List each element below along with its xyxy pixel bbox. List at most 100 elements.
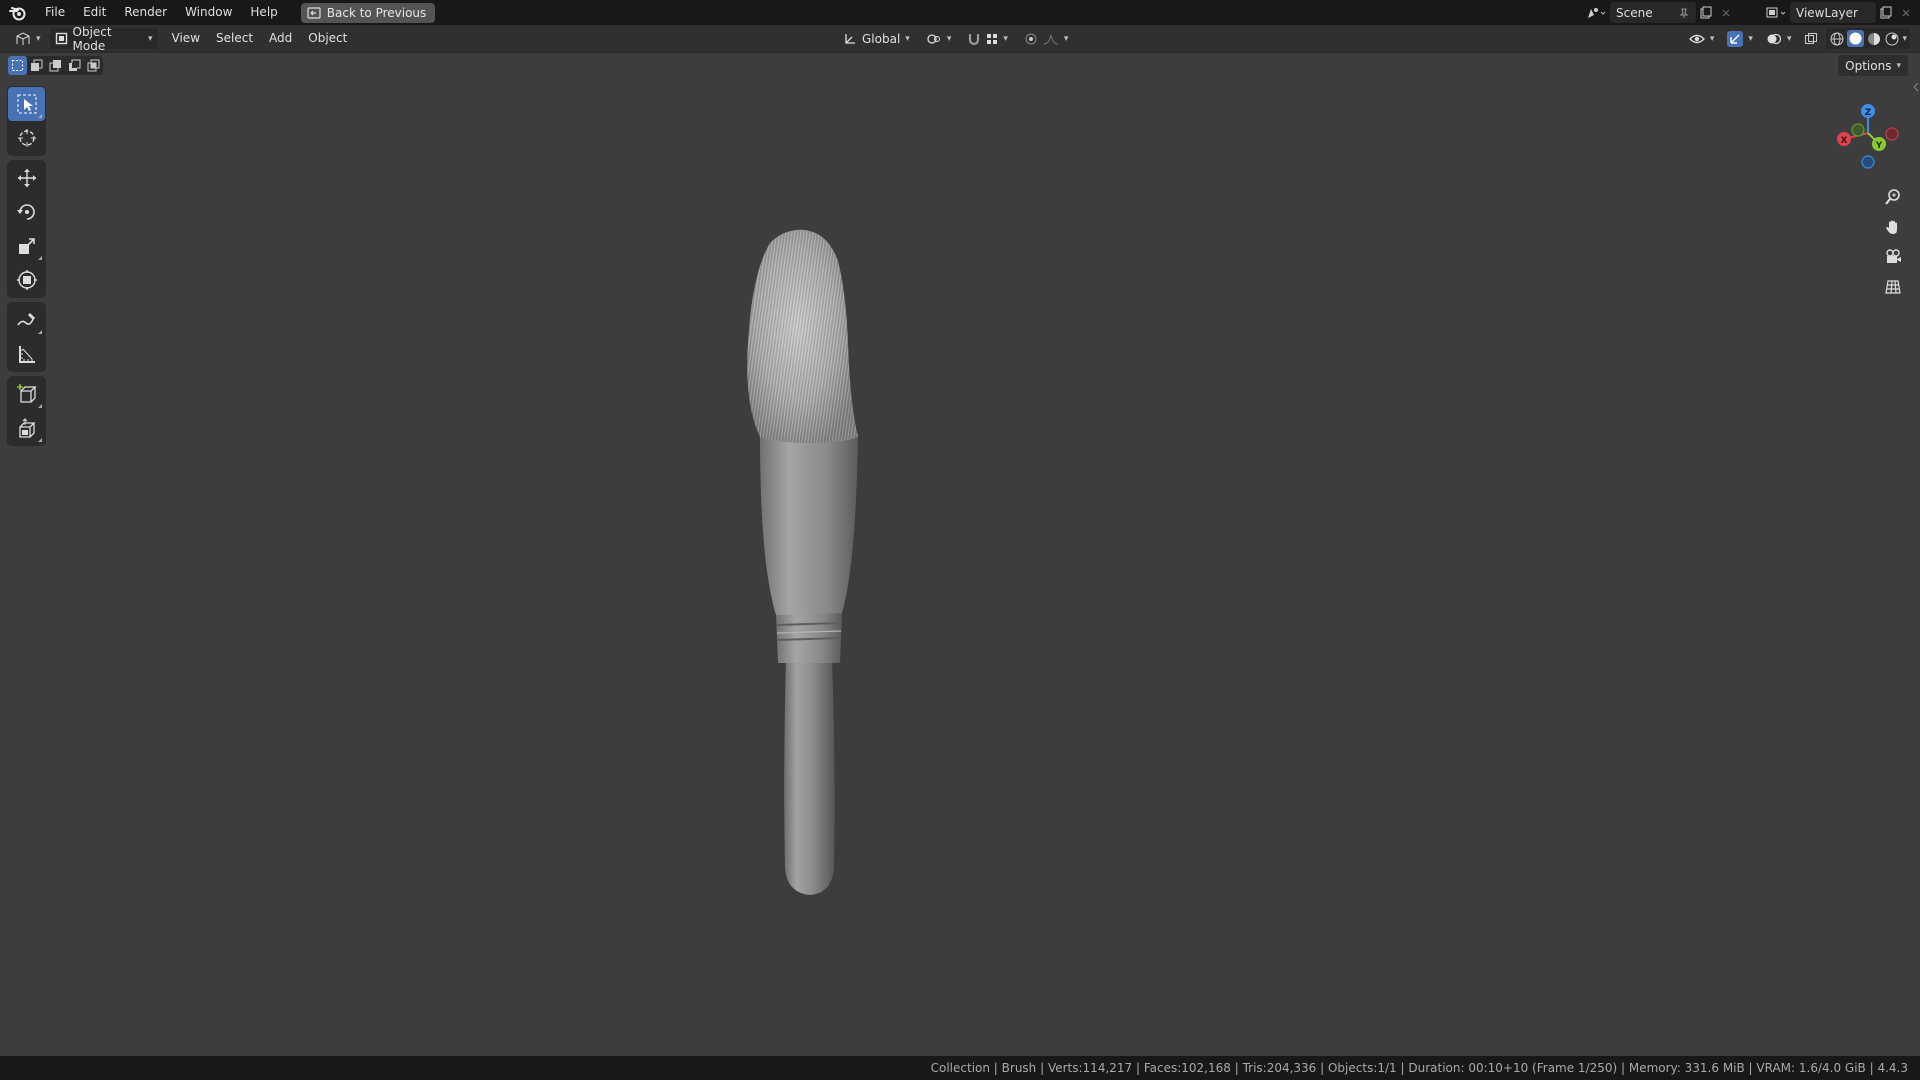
scene-name-field[interactable]: Scene (1610, 2, 1696, 23)
transform-orientation-dropdown[interactable]: Global ▾ (838, 28, 915, 49)
visibility-dropdown[interactable]: ▾ (1684, 28, 1720, 49)
annotate-tool[interactable] (8, 303, 45, 337)
select-new-icon[interactable] (8, 56, 27, 75)
select-invert-icon[interactable] (65, 56, 84, 75)
sidebar-toggle-icon[interactable] (1912, 79, 1920, 95)
header-menu-add[interactable]: Add (261, 25, 300, 52)
measure-icon (16, 343, 38, 365)
menu-file[interactable]: File (36, 0, 74, 25)
header-menu-select[interactable]: Select (208, 25, 261, 52)
select-subtract-icon[interactable] (46, 56, 65, 75)
move-icon (16, 167, 38, 189)
gizmo-icon (1727, 30, 1744, 47)
gizmo-z-label: Z (1865, 108, 1872, 118)
options-label: Options (1845, 58, 1892, 73)
material-shading-icon[interactable] (1866, 31, 1882, 47)
blender-logo-icon[interactable] (0, 0, 36, 25)
annotate-icon (16, 309, 38, 331)
chevron-down-icon: ▾ (36, 33, 41, 44)
menu-edit[interactable]: Edit (74, 0, 115, 25)
eye-icon (1688, 33, 1705, 45)
select-extend-icon[interactable] (27, 56, 46, 75)
scene-name: Scene (1616, 5, 1653, 20)
tool-variants-indicator (38, 114, 42, 118)
proportional-editing-toggle[interactable]: ▾ (1019, 28, 1074, 49)
scene-statistics: Collection | Brush | Verts:114,217 | Fac… (930, 1061, 1908, 1075)
new-scene-icon[interactable] (1696, 2, 1716, 23)
scene-browse-icon[interactable] (1582, 2, 1610, 23)
tool-variants-indicator (38, 330, 42, 334)
extrude-tool[interactable] (8, 411, 45, 445)
view-layer-name: ViewLayer (1796, 5, 1858, 20)
chevron-down-icon: ▾ (946, 33, 952, 44)
solid-shading-icon[interactable] (1847, 30, 1865, 47)
snap-grid-icon (986, 33, 998, 45)
move-tool[interactable] (8, 161, 45, 195)
editor-type-dropdown[interactable]: ▾ (10, 28, 46, 49)
select-intersect-icon[interactable] (84, 56, 103, 75)
menu-window[interactable]: Window (176, 0, 241, 25)
rotate-tool[interactable] (8, 195, 45, 229)
menu-render[interactable]: Render (115, 0, 176, 25)
header-menu-object[interactable]: Object (300, 25, 355, 52)
chevron-down-icon: ▾ (1748, 33, 1753, 44)
header-menu-view[interactable]: View (164, 25, 208, 52)
tool-group-select (7, 86, 46, 156)
status-bar: Collection | Brush | Verts:114,217 | Fac… (0, 1056, 1920, 1080)
perspective-grid-icon[interactable] (1879, 273, 1907, 301)
chevron-down-icon: ▾ (1896, 60, 1901, 71)
xray-icon (1804, 32, 1818, 46)
gizmo-toggle[interactable]: ▾ (1722, 28, 1758, 49)
chevron-down-icon: ▾ (1786, 33, 1792, 44)
add-cube-icon (16, 383, 38, 405)
navigation-gizmo[interactable]: Z X Y (1828, 85, 1908, 185)
header-right-tools: ▾ ▾ ▾ ▾ (1684, 28, 1910, 49)
back-to-previous-button[interactable]: Back to Previous (300, 2, 436, 23)
rendered-shading-icon[interactable] (1884, 31, 1900, 47)
header-center-tools: Global ▾ ▾ ▾ ▾ (838, 28, 1073, 49)
object-mode-icon (55, 32, 68, 45)
magnet-icon (967, 32, 981, 46)
mode-dropdown[interactable]: Object Mode ▾ (49, 25, 158, 53)
add-cube-tool[interactable] (8, 377, 45, 411)
scale-icon (16, 235, 38, 257)
scale-tool[interactable] (8, 229, 45, 263)
tool-variants-indicator (38, 438, 42, 442)
back-icon (307, 6, 321, 19)
chevron-down-icon: ▾ (1003, 33, 1008, 44)
snap-toggle[interactable]: ▾ (962, 28, 1013, 49)
new-view-layer-icon[interactable] (1876, 2, 1896, 23)
shading-modes: ▾ (1826, 28, 1910, 49)
view-layer-browse-icon[interactable] (1762, 2, 1790, 23)
wireframe-shading-icon[interactable] (1829, 31, 1845, 47)
chevron-down-icon[interactable]: ▾ (1902, 34, 1907, 44)
camera-view-icon[interactable] (1879, 243, 1907, 271)
orientation-icon (843, 32, 857, 46)
tool-group-transform (7, 160, 46, 298)
cursor-tool[interactable] (8, 121, 45, 155)
delete-scene-icon[interactable] (1716, 2, 1736, 23)
options-dropdown[interactable]: Options ▾ (1838, 55, 1908, 76)
pivot-point-dropdown[interactable]: ▾ (921, 28, 957, 49)
pin-icon[interactable] (1678, 7, 1690, 19)
proportional-icon (1024, 32, 1038, 46)
tool-variants-indicator (38, 256, 42, 260)
selection-mode-buttons (8, 56, 103, 75)
3d-viewport[interactable]: Options ▾ Z X Y (0, 52, 1920, 1056)
transform-tool[interactable] (8, 263, 45, 297)
zoom-icon[interactable] (1879, 183, 1907, 211)
chevron-down-icon: ▾ (1709, 33, 1715, 44)
falloff-icon (1043, 33, 1059, 45)
xray-toggle[interactable] (1799, 28, 1823, 49)
overlays-toggle[interactable]: ▾ (1761, 28, 1797, 49)
menu-help[interactable]: Help (241, 0, 286, 25)
cursor-icon (16, 127, 38, 149)
select-box-tool[interactable] (8, 87, 45, 121)
delete-view-layer-icon[interactable] (1896, 2, 1916, 23)
brush-object[interactable] (730, 213, 880, 973)
gizmo-y-label: Y (1875, 141, 1883, 151)
pan-hand-icon[interactable] (1879, 213, 1907, 241)
measure-tool[interactable] (8, 337, 45, 371)
view-layer-name-field[interactable]: ViewLayer (1790, 2, 1876, 23)
pivot-icon (926, 32, 942, 46)
